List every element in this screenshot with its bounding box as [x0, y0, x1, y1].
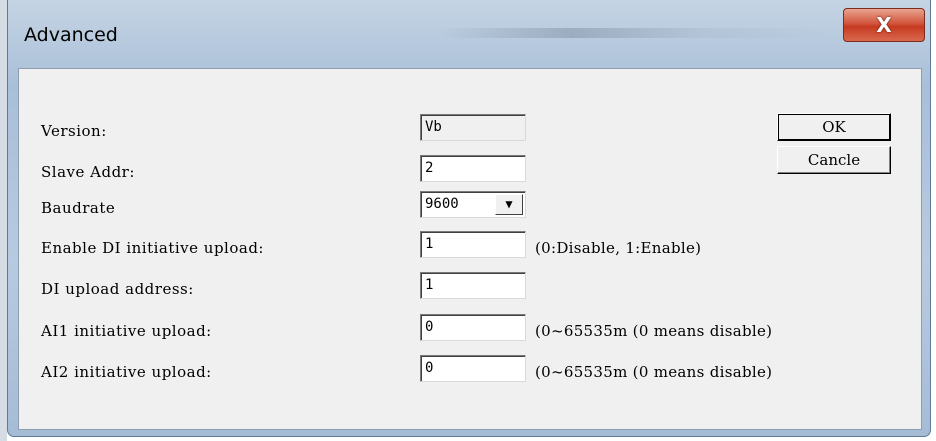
version-label: Version:	[41, 122, 107, 140]
dialog-title: Advanced	[24, 24, 118, 46]
advanced-dialog: Advanced X Version: Vb Slave Addr: 2 Bau…	[7, 0, 931, 437]
cancel-button[interactable]: Cancle	[777, 146, 891, 174]
slave-addr-label: Slave Addr:	[41, 163, 135, 181]
background-window-edge	[0, 0, 7, 441]
title-bar[interactable]: Advanced X	[8, 0, 930, 56]
enable-di-hint: (0:Disable, 1:Enable)	[535, 239, 702, 257]
ai2-input[interactable]: 0	[420, 355, 526, 382]
ok-button[interactable]: OK	[777, 113, 891, 141]
baudrate-dropdown-button[interactable]: ▼	[495, 194, 523, 215]
ai1-hint: (0~65535m (0 means disable)	[535, 322, 773, 340]
ai1-input[interactable]: 0	[420, 314, 526, 341]
baudrate-value: 9600	[425, 196, 459, 212]
slave-addr-input[interactable]: 2	[420, 155, 526, 182]
dialog-client-area: Version: Vb Slave Addr: 2 Baudrate 9600 …	[18, 68, 922, 430]
di-address-input[interactable]: 1	[420, 272, 526, 299]
version-field: Vb	[420, 114, 526, 141]
ai2-hint: (0~65535m (0 means disable)	[535, 363, 773, 381]
enable-di-label: Enable DI initiative upload:	[41, 239, 264, 257]
baudrate-select[interactable]: 9600 ▼	[420, 191, 526, 218]
ai2-label: AI2 initiative upload:	[41, 363, 212, 381]
blurred-background-title	[438, 28, 838, 38]
enable-di-input[interactable]: 1	[420, 231, 526, 258]
chevron-down-icon: ▼	[505, 197, 513, 211]
baudrate-label: Baudrate	[41, 199, 116, 217]
di-address-label: DI upload address:	[41, 280, 194, 298]
ai1-label: AI1 initiative upload:	[41, 322, 212, 340]
close-button[interactable]: X	[843, 8, 925, 42]
close-icon: X	[876, 13, 892, 37]
